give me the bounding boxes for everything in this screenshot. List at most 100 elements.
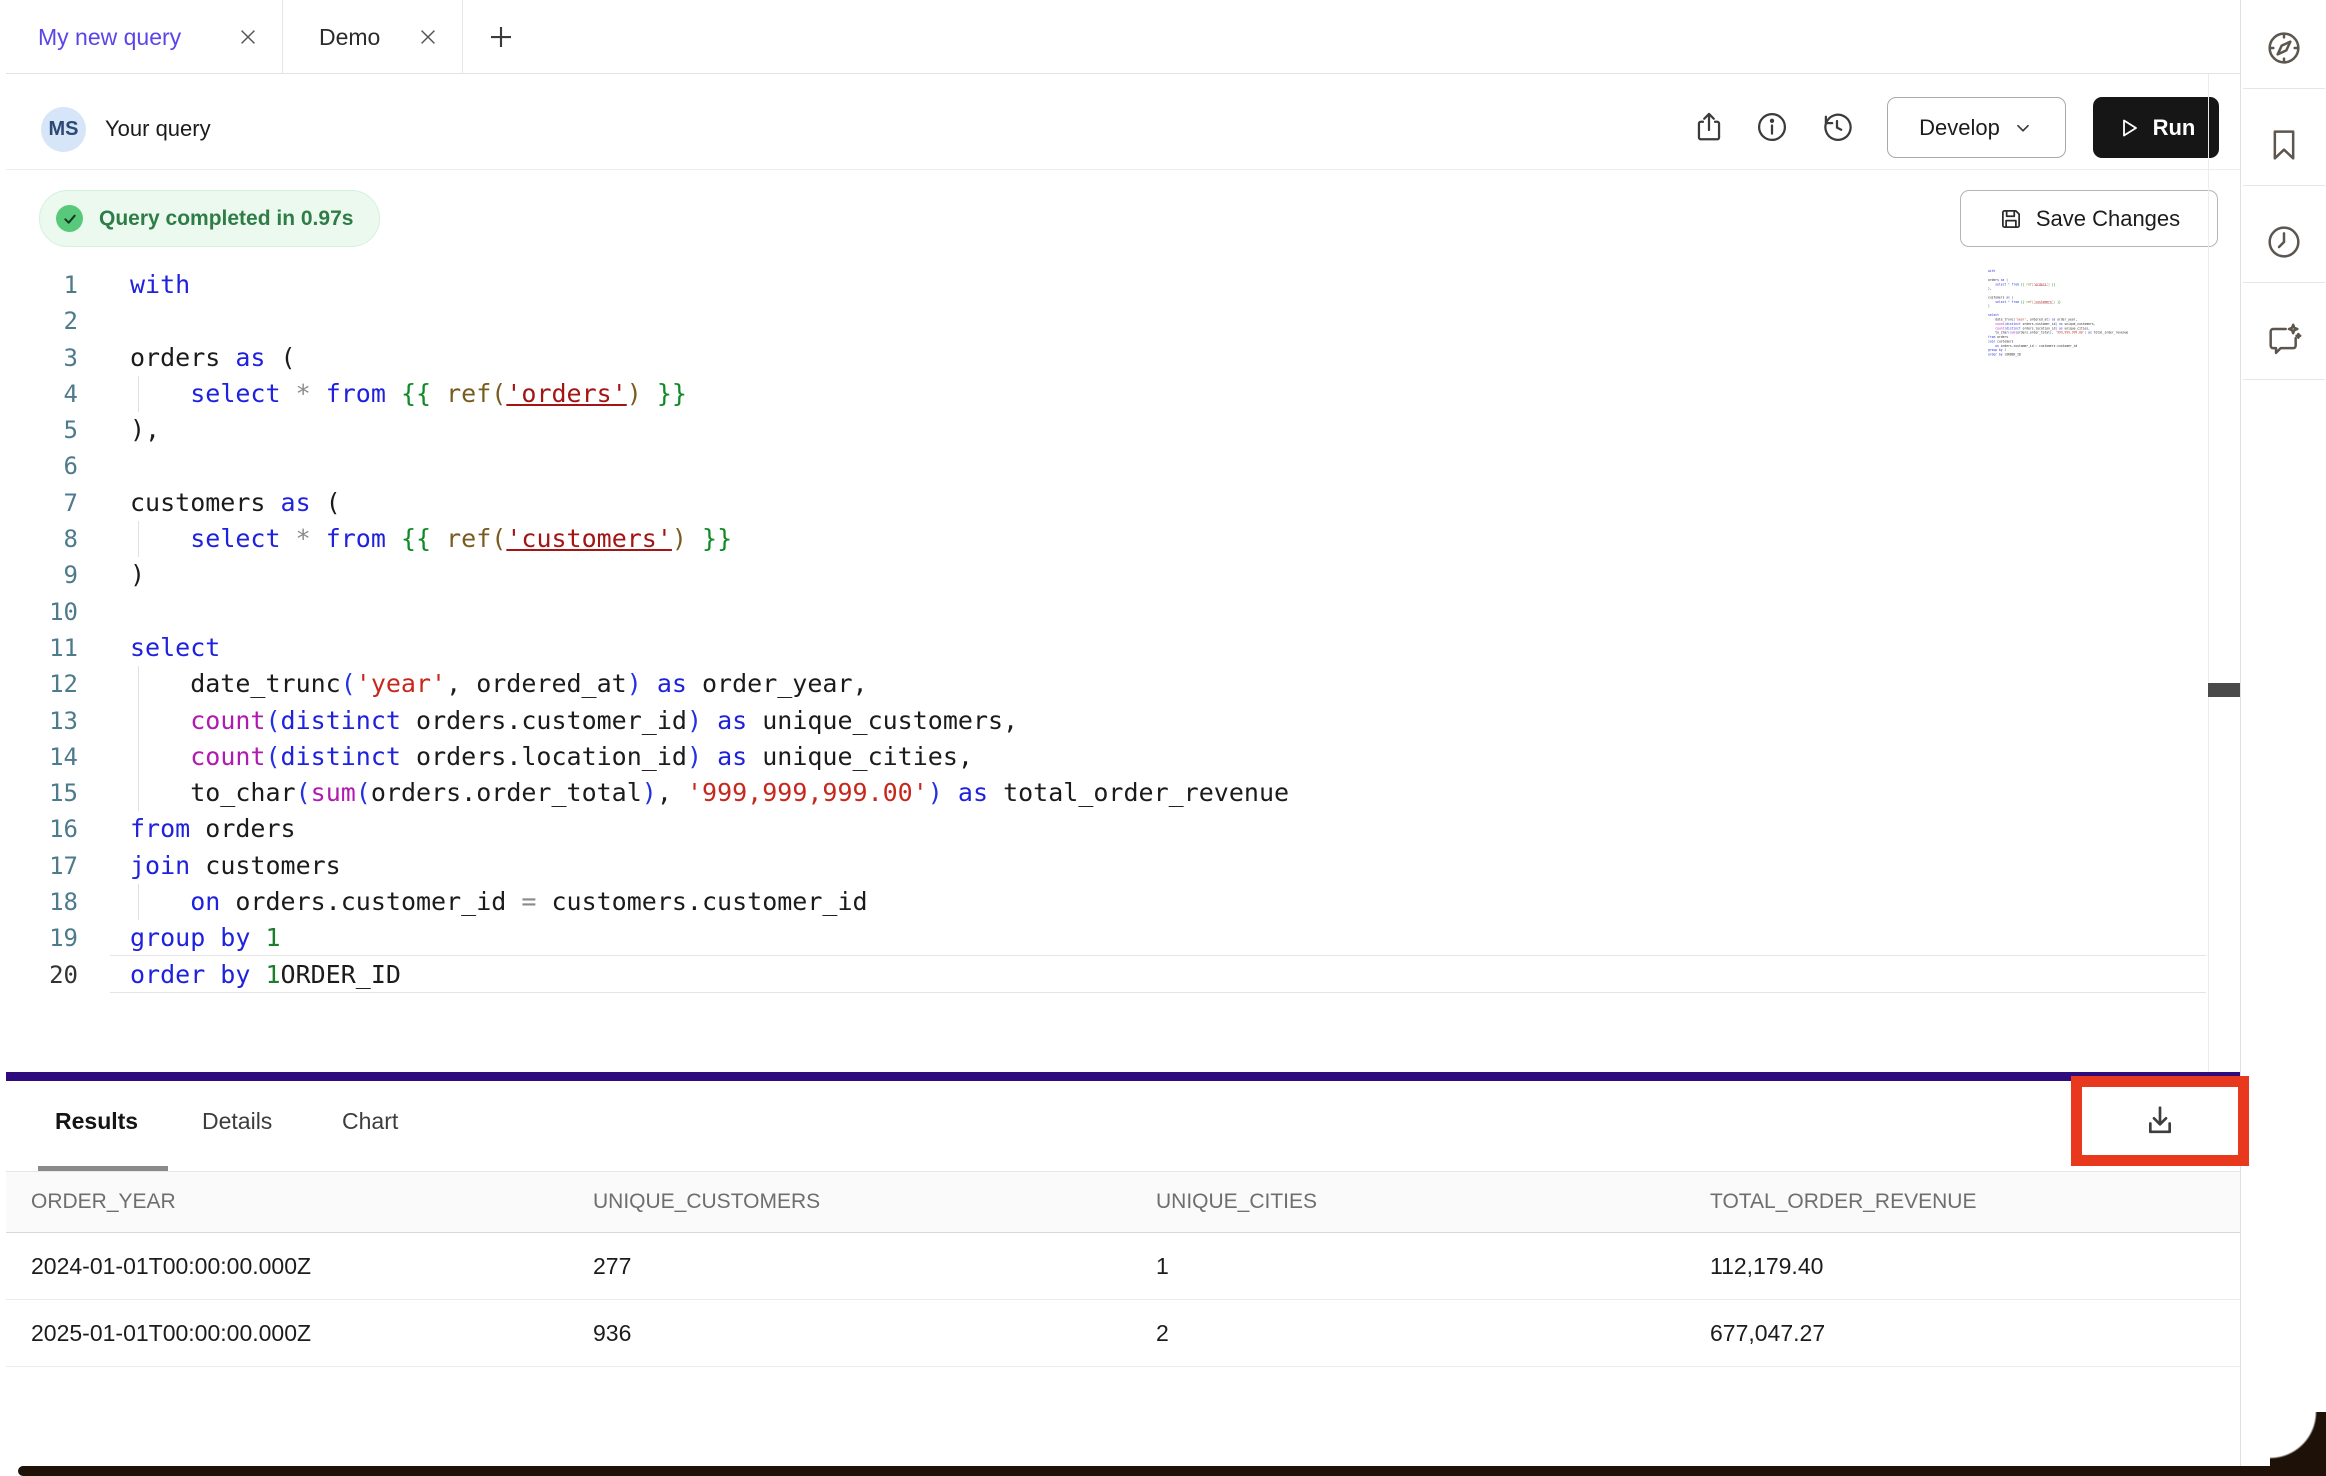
line-number: 4	[30, 376, 78, 412]
tab-details[interactable]: Details	[202, 1108, 272, 1135]
sidebar-divider	[2243, 185, 2325, 186]
query-title: Your query	[105, 116, 211, 142]
scrollbar-thumb[interactable]	[2208, 683, 2241, 697]
develop-button[interactable]: Develop	[1887, 97, 2066, 158]
save-changes-label: Save Changes	[2036, 206, 2180, 232]
column-header: UNIQUE_CUSTOMERS	[593, 1190, 820, 1214]
code-line: select * from {{ ref('orders') }}	[130, 376, 1289, 412]
code-line: )	[130, 557, 1289, 593]
table-cell: 2	[1156, 1320, 1169, 1347]
code-line: join customers	[130, 848, 1289, 884]
code-line: to_char(sum(orders.order_total), '999,99…	[130, 775, 1289, 811]
line-number: 18	[30, 884, 78, 920]
editor-minimap[interactable]: with orders as ( select * from {{ ref('o…	[1988, 269, 2139, 357]
code-line: date_trunc('year', ordered_at) as order_…	[130, 666, 1289, 702]
save-icon	[1998, 206, 2024, 232]
line-number: 10	[30, 594, 78, 630]
editor-overview-ruler	[2208, 74, 2209, 1072]
table-cell: 2025-01-01T00:00:00.000Z	[31, 1320, 311, 1347]
code-line	[130, 303, 1289, 339]
sidebar-divider	[2243, 379, 2325, 380]
line-number: 15	[30, 775, 78, 811]
line-number: 14	[30, 739, 78, 775]
window-corner	[2270, 1412, 2326, 1468]
line-number: 13	[30, 703, 78, 739]
code-line	[130, 448, 1289, 484]
panel-divider[interactable]	[6, 1072, 2240, 1081]
compass-icon[interactable]	[2241, 0, 2326, 96]
sidebar-divider	[2243, 88, 2325, 89]
table-row: 2025-01-01T00:00:00.000Z 936 2 677,047.27	[6, 1300, 2240, 1367]
close-tab-icon[interactable]	[236, 25, 260, 49]
column-header: ORDER_YEAR	[31, 1190, 176, 1214]
query-status-badge: Query completed in 0.97s	[39, 190, 380, 247]
line-number: 5	[30, 412, 78, 448]
line-number: 16	[30, 811, 78, 847]
download-icon[interactable]	[2140, 1101, 2180, 1141]
save-changes-button[interactable]: Save Changes	[1960, 190, 2218, 247]
line-number: 9	[30, 557, 78, 593]
code-line: count(distinct orders.customer_id) as un…	[130, 703, 1289, 739]
sql-editor[interactable]: 1234567891011121314151617181920 with ord…	[6, 250, 2240, 1072]
chevron-down-icon	[2012, 117, 2034, 139]
share-icon[interactable]	[1689, 107, 1729, 147]
table-cell: 1	[1156, 1253, 1169, 1280]
code-line: group by 1	[130, 920, 1289, 956]
line-number: 8	[30, 521, 78, 557]
line-number: 3	[30, 340, 78, 376]
tab-results[interactable]: Results	[55, 1108, 138, 1135]
line-number: 6	[30, 448, 78, 484]
history-icon[interactable]	[1817, 107, 1857, 147]
line-number: 19	[30, 920, 78, 956]
run-button[interactable]: Run	[2093, 97, 2219, 158]
table-cell: 677,047.27	[1710, 1320, 1825, 1347]
code-line: select * from {{ ref('customers') }}	[130, 521, 1289, 557]
download-annotation-box	[2071, 1076, 2249, 1166]
code-line	[130, 594, 1289, 630]
bookmark-icon[interactable]	[2241, 97, 2326, 193]
code-line: order by 1ORDER_ID	[130, 957, 1289, 993]
info-icon[interactable]	[1752, 107, 1792, 147]
tab-chart[interactable]: Chart	[342, 1108, 398, 1135]
tab-bar: My new query Demo	[6, 0, 2240, 74]
line-number: 1	[30, 267, 78, 303]
code-line: from orders	[130, 811, 1289, 847]
line-number: 12	[30, 666, 78, 702]
code-line: customers as (	[130, 485, 1289, 521]
history-clock-icon[interactable]	[2241, 194, 2326, 290]
column-header: UNIQUE_CITIES	[1156, 1190, 1317, 1214]
tab-demo[interactable]: Demo	[283, 0, 463, 74]
tab-label: Demo	[319, 24, 380, 51]
tab-my-new-query[interactable]: My new query	[6, 0, 283, 74]
results-table-header: ORDER_YEAR UNIQUE_CUSTOMERS UNIQUE_CITIES T…	[6, 1172, 2240, 1233]
check-circle-icon	[56, 205, 83, 232]
code-content[interactable]: with orders as ( select * from {{ ref('o…	[130, 267, 1289, 993]
line-number: 2	[30, 303, 78, 339]
code-line: with	[130, 267, 1289, 303]
develop-label: Develop	[1919, 115, 2000, 141]
run-label: Run	[2153, 115, 2196, 141]
new-tab-plus-icon[interactable]	[486, 22, 516, 52]
table-cell: 2024-01-01T00:00:00.000Z	[31, 1253, 311, 1280]
line-number: 20	[30, 957, 78, 993]
status-message: Query completed in 0.97s	[99, 207, 353, 231]
table-cell: 277	[593, 1253, 631, 1280]
avatar: MS	[41, 107, 86, 152]
sidebar-divider	[2243, 282, 2325, 283]
table-cell: 936	[593, 1320, 631, 1347]
column-header: TOTAL_ORDER_REVENUE	[1710, 1190, 1976, 1214]
code-line: to_char(sum(orders.order_total), '999,99…	[1988, 330, 2139, 334]
line-number-gutter: 1234567891011121314151617181920	[30, 267, 78, 993]
app-window: My new query Demo MS Your query	[0, 0, 2326, 1476]
code-line: ),	[130, 412, 1289, 448]
tab-label: My new query	[38, 24, 181, 51]
code-line: select	[130, 630, 1289, 666]
code-line: on orders.customer_id = customers.custom…	[130, 884, 1289, 920]
close-tab-icon[interactable]	[416, 25, 440, 49]
table-cell: 112,179.40	[1710, 1253, 1823, 1280]
line-number: 11	[30, 630, 78, 666]
right-sidebar	[2240, 0, 2326, 1466]
code-line: order by 1ORDER_ID	[1988, 352, 2139, 356]
line-number: 7	[30, 485, 78, 521]
chat-sparkles-icon[interactable]	[2241, 291, 2326, 387]
